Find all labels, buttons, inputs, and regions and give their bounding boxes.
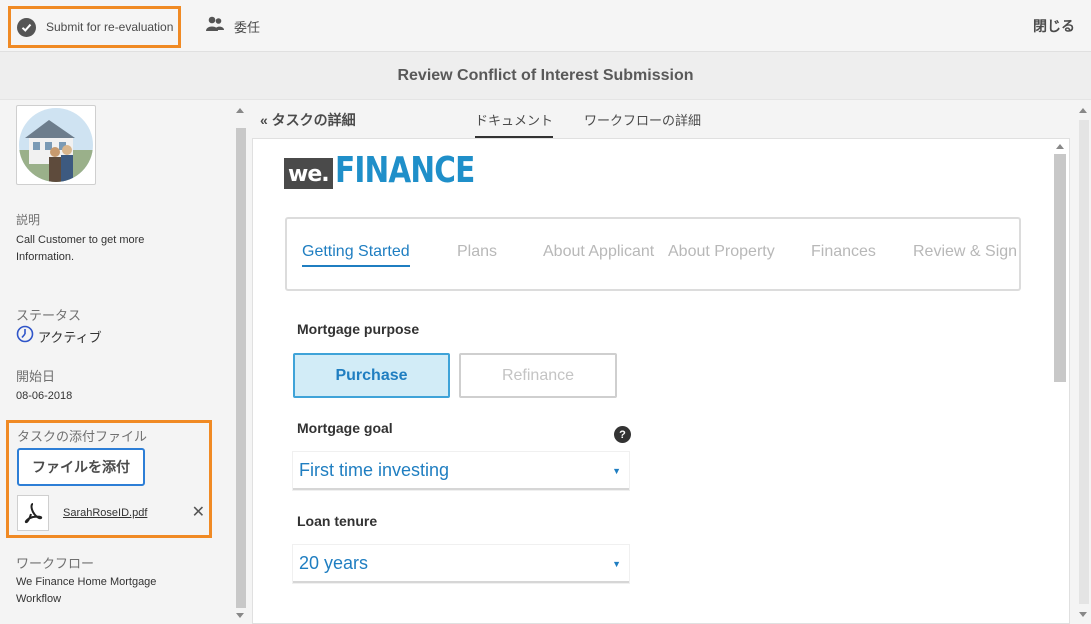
- step-finances[interactable]: Finances: [811, 243, 876, 261]
- description-label: 説明: [16, 213, 41, 227]
- attachments-section: タスクの添付ファイル ファイルを添付 SarahRoseID.pdf ✕: [6, 420, 212, 538]
- document-scrollbar[interactable]: [1052, 140, 1068, 624]
- pdf-icon: [17, 495, 49, 531]
- page-scroll-track[interactable]: [1079, 120, 1089, 604]
- scroll-down-icon[interactable]: [1079, 612, 1087, 617]
- scroll-up-icon[interactable]: [236, 108, 244, 113]
- wizard-steps: Getting Started Plans About Applicant Ab…: [285, 217, 1021, 291]
- clock-icon: [16, 325, 34, 348]
- attach-file-button[interactable]: ファイルを添付: [17, 448, 145, 486]
- task-thumbnail: [16, 105, 96, 185]
- top-toolbar: Submit for re-evaluation 委任 閉じる: [0, 0, 1091, 52]
- help-icon[interactable]: ?: [614, 426, 631, 443]
- logo-finance: FINANCE: [334, 150, 475, 191]
- status-label: ステータス: [16, 308, 82, 323]
- step-getting-started[interactable]: Getting Started: [302, 243, 410, 267]
- delegate-label: 委任: [234, 20, 261, 35]
- we-finance-logo: we. FINANCE: [284, 149, 505, 189]
- document-frame: we. FINANCE Getting Started Plans About …: [252, 138, 1070, 624]
- loan-tenure-select[interactable]: 20 years ▼: [293, 545, 629, 583]
- step-plans[interactable]: Plans: [457, 243, 497, 261]
- purchase-button[interactable]: Purchase: [293, 353, 450, 398]
- loan-tenure-value: 20 years: [299, 553, 369, 573]
- document-scroll-thumb[interactable]: [1054, 154, 1066, 382]
- mortgage-goal-value: First time investing: [299, 460, 450, 480]
- attachments-label: タスクの添付ファイル: [17, 429, 148, 444]
- chevron-down-icon: ▼: [612, 559, 621, 569]
- tab-task-detail[interactable]: « タスクの詳細: [260, 110, 356, 130]
- tab-workflow-detail[interactable]: ワークフローの詳細: [584, 110, 701, 138]
- step-about-property[interactable]: About Property: [668, 243, 775, 261]
- workflow-value: We Finance Home Mortgage Workflow: [16, 576, 157, 605]
- attachment-link[interactable]: SarahRoseID.pdf: [63, 507, 147, 519]
- task-details-sidebar: 説明 Call Customer to get more Information…: [0, 100, 249, 624]
- close-button[interactable]: 閉じる: [1033, 16, 1075, 36]
- sidebar-scrollbar[interactable]: [234, 100, 248, 624]
- title-bar: Review Conflict of Interest Submission: [0, 52, 1091, 100]
- status-value: アクティブ: [38, 330, 102, 345]
- scroll-up-icon[interactable]: [1056, 144, 1064, 149]
- chevron-down-icon: ▼: [612, 466, 621, 476]
- description-value: Call Customer to get more Information.: [16, 234, 145, 263]
- loan-tenure-label: Loan tenure: [297, 513, 378, 529]
- step-about-applicant[interactable]: About Applicant: [543, 243, 654, 261]
- delegate-button[interactable]: 委任: [205, 16, 260, 37]
- mortgage-goal-label: Mortgage goal: [297, 420, 393, 436]
- start-date-label: 開始日: [16, 369, 56, 384]
- logo-we: we.: [284, 158, 333, 189]
- submit-for-reevaluation-button[interactable]: Submit for re-evaluation: [8, 6, 181, 48]
- status-indicator: アクティブ: [16, 325, 102, 348]
- users-icon: [205, 16, 225, 37]
- mortgage-goal-select[interactable]: First time investing ▼: [293, 452, 629, 490]
- page-title: Review Conflict of Interest Submission: [397, 66, 694, 84]
- check-circle-icon: [17, 17, 36, 37]
- remove-attachment-icon[interactable]: ✕: [192, 502, 205, 522]
- workflow-label: ワークフロー: [16, 556, 95, 571]
- refinance-button[interactable]: Refinance: [459, 353, 617, 398]
- page-scrollbar[interactable]: [1076, 100, 1091, 624]
- sidebar-scroll-thumb[interactable]: [236, 128, 246, 608]
- scroll-down-icon[interactable]: [236, 613, 244, 618]
- house-photo: [19, 108, 93, 182]
- attachment-item: SarahRoseID.pdf ✕: [17, 494, 207, 532]
- step-review-sign[interactable]: Review & Sign: [913, 243, 1017, 261]
- tab-document[interactable]: ドキュメント: [475, 110, 554, 138]
- mortgage-purpose-label: Mortgage purpose: [297, 321, 420, 337]
- submit-button-label: Submit for re-evaluation: [46, 20, 174, 34]
- scroll-up-icon[interactable]: [1079, 108, 1087, 113]
- start-date-value: 08-06-2018: [16, 390, 73, 402]
